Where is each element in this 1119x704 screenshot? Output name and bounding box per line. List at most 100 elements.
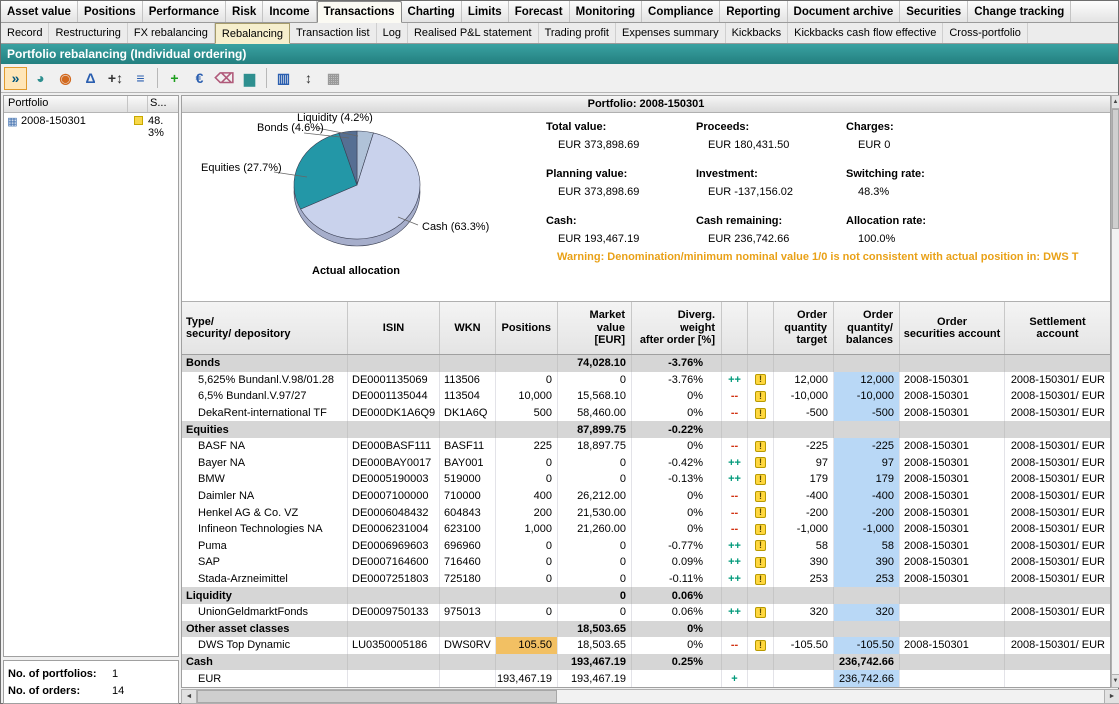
tab-securities[interactable]: Securities (900, 1, 968, 22)
tab-asset-value[interactable]: Asset value (1, 1, 78, 22)
order-quantity-balances-cell[interactable]: 97 (834, 455, 900, 472)
table-row[interactable]: BASF NADE000BASF111BASF1122518,897.750%-… (182, 438, 1110, 455)
order-quantity-balances-cell[interactable]: -225 (834, 438, 900, 455)
order-quantity-balances-cell[interactable] (834, 587, 900, 604)
order-quantity-balances-cell[interactable]: -10,000 (834, 388, 900, 405)
order-quantity-target-cell[interactable]: -500 (774, 405, 834, 422)
order-quantity-target-cell[interactable]: 320 (774, 604, 834, 621)
delta-icon[interactable]: Δ (79, 67, 102, 90)
euro-icon[interactable]: € (188, 67, 211, 90)
warning-icon[interactable]: ! (755, 408, 766, 419)
order-quantity-balances-cell[interactable]: 390 (834, 554, 900, 571)
order-quantity-target-cell[interactable] (774, 421, 834, 438)
warning-icon[interactable]: ! (755, 374, 766, 385)
order-quantity-balances-cell[interactable]: 253 (834, 571, 900, 588)
order-quantity-target-cell[interactable]: 58 (774, 538, 834, 555)
tab-monitoring[interactable]: Monitoring (570, 1, 642, 22)
table-row[interactable]: EUR193,467.19193,467.19+236,742.66 (182, 670, 1110, 687)
add-position-icon[interactable]: +↕ (104, 67, 127, 90)
warning-icon[interactable]: ! (755, 607, 766, 618)
table-group-row[interactable]: Cash193,467.190.25%236,742.66 (182, 654, 1110, 671)
vertical-scrollbar[interactable]: ▲ ▼ (1111, 95, 1119, 688)
scroll-down-button[interactable]: ▼ (1112, 674, 1119, 687)
column-header-wkn[interactable]: WKN (440, 302, 496, 354)
sliders-icon[interactable]: ≡ (129, 67, 152, 90)
tab-change-tracking[interactable]: Change tracking (968, 1, 1071, 22)
subtab-expenses-summary[interactable]: Expenses summary (616, 23, 726, 43)
table-group-row[interactable]: Equities87,899.75-0.22% (182, 421, 1110, 438)
scroll-left-button[interactable]: ◄ (182, 690, 197, 703)
table-row[interactable]: DWS Top DynamicLU0350005186DWS0RV105.501… (182, 637, 1110, 654)
order-quantity-balances-cell[interactable]: 12,000 (834, 372, 900, 389)
order-quantity-balances-cell[interactable]: -105.50 (834, 637, 900, 654)
table-row[interactable]: 5,625% Bundanl.V.98/01.28DE0001135069113… (182, 372, 1110, 389)
order-quantity-balances-cell[interactable]: -200 (834, 504, 900, 521)
allocation-pie-icon[interactable]: ◕ (29, 67, 52, 90)
palette-icon[interactable]: ◉ (54, 67, 77, 90)
eraser-icon[interactable]: ⌫ (213, 67, 236, 90)
subtab-rebalancing[interactable]: Rebalancing (215, 23, 290, 44)
subtab-log[interactable]: Log (377, 23, 408, 43)
table-row[interactable]: Stada-ArzneimittelDE000725180372518000-0… (182, 571, 1110, 588)
table-row[interactable]: Infineon Technologies NADE00062310046231… (182, 521, 1110, 538)
order-quantity-target-cell[interactable] (774, 587, 834, 604)
table-row[interactable]: Daimler NADE000710000071000040026,212.00… (182, 488, 1110, 505)
numbered-sort-icon[interactable]: ↕ (297, 67, 320, 90)
subtab-restructuring[interactable]: Restructuring (49, 23, 127, 43)
subtab-kickbacks-cash-flow-effective[interactable]: Kickbacks cash flow effective (788, 23, 943, 43)
order-quantity-balances-cell[interactable]: 320 (834, 604, 900, 621)
order-quantity-target-cell[interactable]: -200 (774, 504, 834, 521)
order-quantity-target-cell[interactable]: -400 (774, 488, 834, 505)
scroll-up-button[interactable]: ▲ (1112, 96, 1119, 109)
order-quantity-balances-cell[interactable]: 179 (834, 471, 900, 488)
tab-limits[interactable]: Limits (462, 1, 509, 22)
warning-icon[interactable]: ! (755, 441, 766, 452)
warning-icon[interactable]: ! (755, 491, 766, 502)
tab-risk[interactable]: Risk (226, 1, 263, 22)
warning-icon[interactable]: ! (755, 557, 766, 568)
edit-chart-icon[interactable]: ▆ (238, 67, 261, 90)
table-row[interactable]: PumaDE000696960369696000-0.77%++!5858200… (182, 538, 1110, 555)
order-quantity-target-cell[interactable]: 97 (774, 455, 834, 472)
tab-positions[interactable]: Positions (78, 1, 143, 22)
order-quantity-balances-cell[interactable]: -400 (834, 488, 900, 505)
warning-icon[interactable]: ! (755, 474, 766, 485)
tab-charting[interactable]: Charting (402, 1, 462, 22)
status-icon-column-header[interactable] (128, 96, 148, 112)
scroll-right-button[interactable]: ► (1104, 690, 1119, 703)
column-header-type-security-depository[interactable]: Type/security/ depository (182, 302, 348, 354)
table-row[interactable]: 6,5% Bundanl.V.97/27DE000113504411350410… (182, 388, 1110, 405)
subtab-realised-p-l-statement[interactable]: Realised P&L statement (408, 23, 539, 43)
order-quantity-target-cell[interactable] (774, 355, 834, 372)
horizontal-scroll-thumb[interactable] (197, 690, 557, 703)
tab-forecast[interactable]: Forecast (509, 1, 570, 22)
warning-icon[interactable]: ! (755, 391, 766, 402)
subtab-record[interactable]: Record (1, 23, 49, 43)
column-header-order-securities-account[interactable]: Ordersecurities account (900, 302, 1005, 354)
table-row[interactable]: BMWDE000519000351900000-0.13%++!17917920… (182, 471, 1110, 488)
status-column-header[interactable]: S... (148, 96, 178, 112)
order-quantity-target-cell[interactable]: 390 (774, 554, 834, 571)
column-header-order-quantity-balances[interactable]: Orderquantity/balances (834, 302, 900, 354)
warning-icon[interactable]: ! (755, 524, 766, 535)
column-header-icon-6[interactable] (722, 302, 748, 354)
order-quantity-target-cell[interactable]: -225 (774, 438, 834, 455)
column-header-positions[interactable]: Positions (496, 302, 558, 354)
table-row[interactable]: Henkel AG & Co. VZDE00060484326048432002… (182, 504, 1110, 521)
warning-icon[interactable]: ! (755, 507, 766, 518)
warning-icon[interactable]: ! (755, 540, 766, 551)
table-row[interactable]: SAPDE0007164600716460000.09%++!390390200… (182, 554, 1110, 571)
portfolio-list-item[interactable]: ▦2008-15030148.3% (4, 113, 178, 139)
order-quantity-target-cell[interactable] (774, 654, 834, 671)
subtab-kickbacks[interactable]: Kickbacks (726, 23, 789, 43)
order-quantity-target-cell[interactable]: 179 (774, 471, 834, 488)
table-row[interactable]: UnionGeldmarktFondsDE0009750133975013000… (182, 604, 1110, 621)
order-quantity-target-cell[interactable]: -105.50 (774, 637, 834, 654)
column-header-diverg-weight-after-order[interactable]: Diverg.weightafter order [%] (632, 302, 722, 354)
warning-icon[interactable]: ! (755, 640, 766, 651)
order-quantity-balances-cell[interactable] (834, 355, 900, 372)
order-quantity-target-cell[interactable]: -1,000 (774, 521, 834, 538)
column-header-isin[interactable]: ISIN (348, 302, 440, 354)
table-row[interactable]: Bayer NADE000BAY0017BAY00100-0.42%++!979… (182, 455, 1110, 472)
tab-document-archive[interactable]: Document archive (788, 1, 901, 22)
